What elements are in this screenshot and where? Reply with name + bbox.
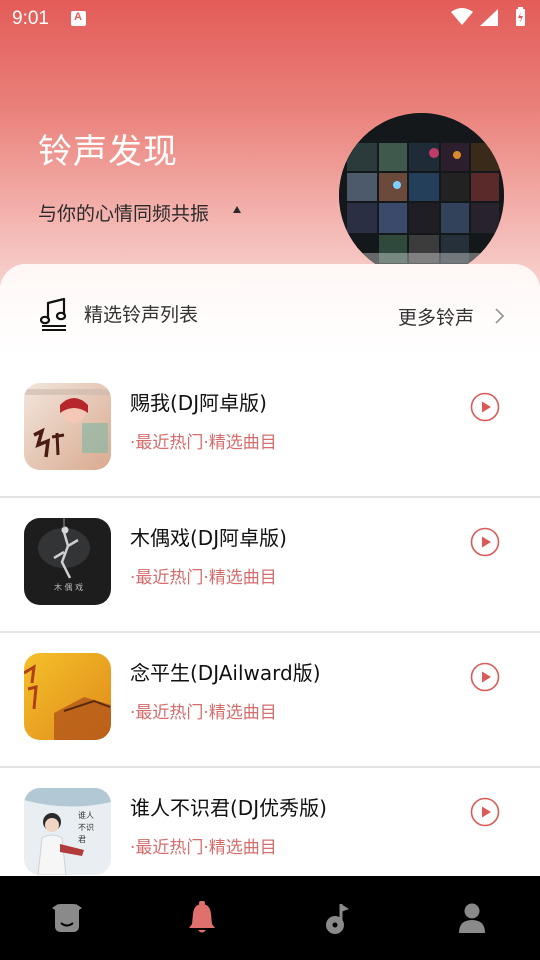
caret-up-icon	[233, 206, 241, 213]
song-list-item[interactable]: 赐我(DJ阿卓版) ·最近热门·精选曲目	[0, 363, 540, 498]
play-button-icon[interactable]	[470, 797, 500, 827]
song-cover-image: 木 偶 戏	[24, 518, 111, 605]
play-button-icon[interactable]	[470, 662, 500, 692]
song-tags: ·最近热门·精选曲目	[130, 703, 277, 723]
song-title: 念平生(DJAilward版)	[130, 661, 321, 685]
svg-text:木 偶 戏: 木 偶 戏	[54, 582, 83, 592]
signal-icon	[480, 9, 498, 26]
svg-text:谁人: 谁人	[78, 810, 94, 820]
music-icon[interactable]	[319, 900, 355, 936]
notification-a-icon	[71, 11, 86, 26]
more-ringtones-link[interactable]: 更多铃声	[398, 303, 474, 330]
song-cover-image	[24, 653, 111, 740]
status-time: 9:01	[12, 8, 49, 29]
featured-cover-disc[interactable]	[339, 113, 504, 278]
song-cover-image	[24, 383, 111, 470]
bottom-tab-bar	[0, 876, 540, 960]
cover-collage-image	[339, 113, 504, 278]
song-title: 谁人不识君(DJ优秀版)	[130, 796, 327, 820]
page-title: 铃声发现	[38, 132, 178, 172]
wifi-icon	[451, 8, 473, 25]
song-tags: ·最近热门·精选曲目	[130, 568, 277, 588]
song-list-item[interactable]: 念平生(DJAilward版) ·最近热门·精选曲目	[0, 633, 540, 768]
status-bar: 9:01	[0, 0, 540, 36]
section-title: 精选铃声列表	[84, 304, 199, 326]
music-note-icon	[40, 297, 67, 331]
song-title: 赐我(DJ阿卓版)	[130, 391, 267, 415]
song-cover-image: 谁人 不识 君	[24, 788, 111, 875]
battery-charging-icon	[516, 7, 525, 26]
play-button-icon[interactable]	[470, 527, 500, 557]
song-tags: ·最近热门·精选曲目	[130, 433, 277, 453]
song-list-item[interactable]: 木 偶 戏 木偶戏(DJ阿卓版) ·最近热门·精选曲目	[0, 498, 540, 633]
svg-text:不识: 不识	[78, 823, 94, 832]
home-face-icon[interactable]	[49, 900, 85, 936]
profile-icon[interactable]	[454, 900, 490, 936]
song-tags: ·最近热门·精选曲目	[130, 838, 277, 858]
play-button-icon[interactable]	[470, 392, 500, 422]
svg-text:君: 君	[78, 835, 86, 844]
chevron-right-icon[interactable]	[494, 307, 506, 325]
status-icons	[451, 7, 525, 26]
song-title: 木偶戏(DJ阿卓版)	[130, 526, 287, 550]
page-subtitle: 与你的心情同频共振	[38, 203, 210, 225]
bell-icon[interactable]	[184, 900, 220, 936]
